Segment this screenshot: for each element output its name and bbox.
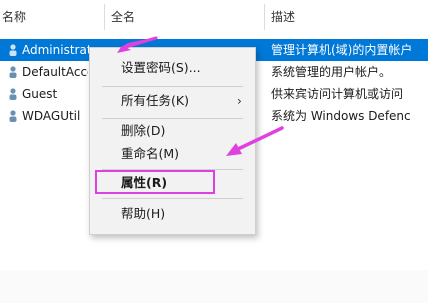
menu-item-label: 重命名(M) [121, 146, 180, 161]
chevron-right-icon: › [237, 94, 242, 108]
menu-item-label: 帮助(H) [121, 206, 166, 221]
user-name: DefaultAcco [22, 65, 88, 79]
user-description: 系统为 Windows Defenc [271, 109, 411, 123]
menu-separator [102, 86, 243, 87]
menu-item-help[interactable]: 帮助(H) [90, 201, 255, 227]
user-icon [9, 66, 17, 78]
list-header: 名称 全名 描述 [0, 0, 428, 30]
user-description: 系统管理的用户帐户。 [271, 65, 392, 79]
user-name: WDAGUtil [22, 109, 81, 123]
column-description-header[interactable]: 描述 [271, 8, 295, 25]
user-icon [9, 44, 17, 56]
user-description: 供来宾访问计算机或访问 [271, 87, 404, 101]
context-menu: 设置密码(S)... 所有任务(K) › 删除(D) 重命名(M) 属性(R) … [89, 47, 256, 235]
menu-item-all-tasks[interactable]: 所有任务(K) › [90, 88, 255, 114]
menu-item-rename[interactable]: 重命名(M) [90, 141, 255, 167]
menu-item-label: 设置密码(S)... [121, 60, 201, 75]
menu-item-set-password[interactable]: 设置密码(S)... [90, 55, 255, 81]
menu-separator [102, 198, 243, 199]
bottom-area [0, 270, 428, 303]
annotation-highlight-box [95, 170, 215, 194]
user-icon [9, 110, 17, 122]
user-icon [9, 88, 17, 100]
user-description: 管理计算机(域)的内置帐户 [271, 43, 413, 57]
column-divider[interactable] [104, 4, 105, 30]
menu-item-label: 所有任务(K) [121, 93, 189, 108]
column-divider[interactable] [264, 4, 265, 30]
column-name-header[interactable]: 名称 [2, 8, 26, 25]
user-name: Guest [22, 87, 58, 101]
column-fullname-header[interactable]: 全名 [111, 8, 135, 25]
